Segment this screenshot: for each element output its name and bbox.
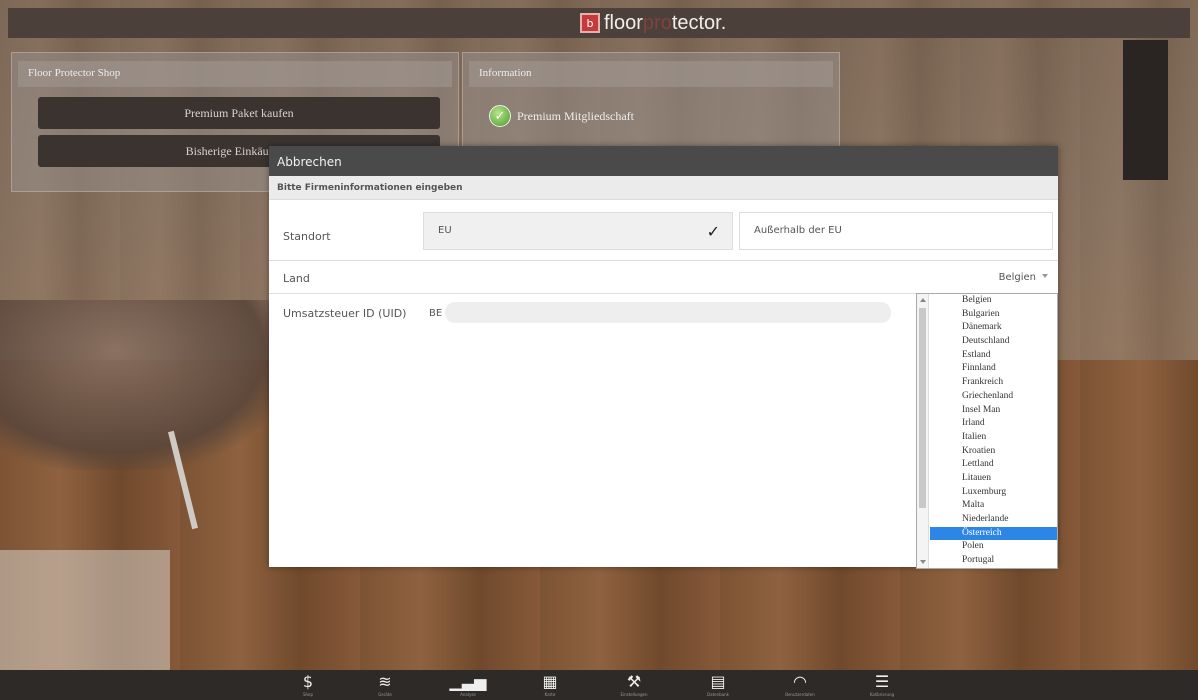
country-dropdown-list[interactable]: Belgien Bulgarien Dänemark Deutschland Estla… [916, 293, 1058, 569]
country-label: Land [283, 272, 310, 285]
layers-icon: ≋ [378, 672, 392, 691]
checkmark-icon: ✓ [489, 105, 511, 127]
info-panel: Information ✓ Premium Mitgliedschaft [462, 52, 840, 148]
dropdown-option[interactable]: Irland [930, 417, 1057, 431]
dropdown-option[interactable]: Portugal [930, 554, 1057, 568]
dropdown-option[interactable]: Polen [930, 540, 1057, 554]
dropdown-option[interactable]: Dänemark [930, 321, 1057, 335]
dropdown-option[interactable]: Belgien [930, 294, 1057, 308]
location-label: Standort [283, 230, 331, 243]
location-option-eu[interactable]: EU ✓ [423, 212, 733, 250]
nav-item-label: Kalibrierung [869, 692, 895, 697]
nav-item-analyse[interactable]: ▁▃▅ Analyse [438, 672, 498, 697]
country-select[interactable]: Belgien [999, 272, 1036, 283]
buy-premium-button[interactable]: Premium Paket kaufen [38, 97, 440, 129]
location-option-non-eu-label: Außerhalb der EU [754, 225, 842, 236]
nav-item-shop[interactable]: $ Shop [278, 672, 338, 697]
chevron-down-icon[interactable] [1042, 274, 1048, 278]
dropdown-option[interactable]: Österreich [930, 526, 1057, 541]
nav-item-label: Karte [544, 692, 556, 697]
background-door [1123, 40, 1168, 180]
vat-id-label: Umsatzsteuer ID (UID) [283, 307, 407, 320]
nav-item-label: Benutzerdaten [785, 692, 815, 697]
dropdown-option[interactable]: Italien [930, 431, 1057, 445]
nav-item-label: Analyse [460, 692, 476, 697]
nav-item-label: Einstellungen [620, 692, 648, 697]
chart-icon: ▁▃▅ [449, 672, 487, 691]
dropdown-option[interactable]: Griechenland [930, 390, 1057, 404]
background-table [0, 550, 170, 670]
dropdown-option[interactable]: Lettland [930, 458, 1057, 472]
logo-icon: b [580, 13, 600, 33]
dropdown-option[interactable]: Finnland [930, 362, 1057, 376]
shop-panel-title: Floor Protector Shop [18, 61, 452, 87]
dropdown-option[interactable]: Kroatien [930, 445, 1057, 459]
nav-item-label: Datenbank [707, 692, 729, 697]
dropdown-options: Belgien Bulgarien Dänemark Deutschland Estla… [930, 294, 1057, 568]
app-logo: b floorprotector. [580, 10, 726, 36]
nav-item-label: Geräte [378, 692, 392, 697]
nav-item-label: Shop [302, 692, 314, 697]
dropdown-option[interactable]: Malta [930, 499, 1057, 513]
dropdown-option[interactable]: Niederlande [930, 513, 1057, 527]
map-icon: ▦ [542, 672, 558, 691]
dropdown-option[interactable]: Litauen [930, 472, 1057, 486]
scroll-up-icon[interactable] [920, 298, 926, 302]
nav-item-einstellungen[interactable]: ⚒ Einstellungen [604, 672, 664, 697]
premium-status-label: Premium Mitgliedschaft [517, 108, 634, 123]
nav-item-datenbank[interactable]: ▤ Datenbank [688, 672, 748, 697]
vat-id-input[interactable] [445, 302, 891, 323]
dropdown-option[interactable]: Bulgarien [930, 308, 1057, 322]
dropdown-option[interactable]: Frankreich [930, 376, 1057, 390]
scroll-down-icon[interactable] [920, 560, 926, 564]
location-option-eu-label: EU [438, 225, 452, 236]
dropdown-option[interactable]: Luxemburg [930, 486, 1057, 500]
clipboard-icon: ▤ [710, 672, 726, 691]
dropdown-scrollbar[interactable] [917, 294, 929, 568]
selected-check-icon: ✓ [706, 222, 720, 241]
info-panel-title: Information [469, 61, 833, 87]
dropdown-option[interactable]: Deutschland [930, 335, 1057, 349]
nav-item-geräte[interactable]: ≋ Geräte [355, 672, 415, 697]
dropdown-option[interactable]: Insel Man [930, 404, 1057, 418]
nav-item-kalibrierung[interactable]: ☰ Kalibrierung [852, 672, 912, 697]
tools-icon: ⚒ [626, 672, 642, 691]
divider [269, 260, 1058, 261]
bottom-nav-bar [0, 670, 1198, 700]
cancel-button[interactable]: Abbrechen [269, 146, 1058, 176]
logo-text: floorprotector. [604, 11, 727, 34]
nav-item-benutzerdaten[interactable]: ◠ Benutzerdaten [770, 672, 830, 697]
vat-id-prefix: BE [429, 308, 443, 319]
premium-status: ✓ Premium Mitgliedschaft [489, 105, 634, 127]
nav-item-karte[interactable]: ▦ Karte [520, 672, 580, 697]
dialog-subtitle: Bitte Firmeninformationen eingeben [269, 176, 1058, 200]
background-chair [0, 300, 290, 470]
dropdown-option[interactable]: Estland [930, 349, 1057, 363]
gauge-icon: ◠ [793, 672, 807, 691]
scrollbar-thumb[interactable] [919, 308, 926, 508]
location-option-non-eu[interactable]: Außerhalb der EU [739, 212, 1053, 250]
dollar-icon: $ [302, 672, 314, 691]
sliders-icon: ☰ [874, 672, 890, 691]
